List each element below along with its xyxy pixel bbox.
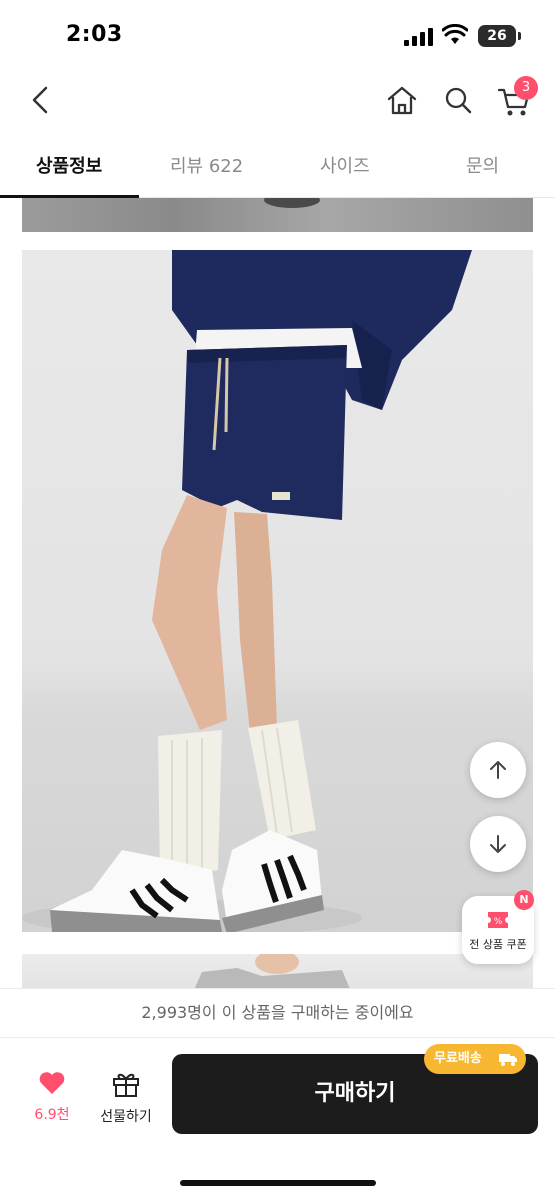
new-badge: N	[514, 890, 534, 910]
purchase-activity-text: 2,993명이 이 상품을 구매하는 중이에요	[0, 988, 555, 1038]
home-indicator	[180, 1180, 376, 1186]
tab-inquiry[interactable]: 문의	[466, 152, 499, 178]
svg-text:%: %	[494, 917, 503, 927]
all-products-coupon-button[interactable]: % N 전 상품 쿠폰	[462, 890, 534, 964]
status-bar: 2:03 26	[0, 0, 555, 70]
top-navigation	[0, 72, 555, 128]
gift-button[interactable]: 선물하기	[94, 1070, 158, 1126]
gift-label: 선물하기	[100, 1109, 152, 1125]
status-time: 2:03	[66, 22, 123, 47]
battery-indicator: 26	[478, 25, 516, 47]
tab-reviews[interactable]: 리뷰 622	[170, 152, 243, 178]
heart-icon	[39, 1072, 65, 1094]
tab-product-info[interactable]: 상품정보	[36, 152, 102, 178]
free-shipping-label: 무료배송	[434, 1051, 482, 1066]
coupon-label: 전 상품 쿠폰	[469, 938, 527, 951]
cart-count-badge: 3	[514, 76, 538, 100]
battery-tip	[518, 32, 521, 40]
truck-icon	[499, 1054, 517, 1066]
product-photo	[22, 250, 533, 932]
scroll-down-button[interactable]	[470, 816, 526, 872]
tab-size[interactable]: 사이즈	[320, 152, 370, 178]
wifi-icon	[442, 24, 468, 44]
arrow-down-icon	[490, 835, 506, 853]
scroll-up-button[interactable]	[470, 742, 526, 798]
like-count: 6.9천	[34, 1107, 70, 1123]
search-icon[interactable]	[440, 80, 476, 120]
bottom-action-bar: 6.9천 선물하기 구매하기 무료배송	[0, 1038, 555, 1200]
product-image-partial-top	[22, 198, 533, 232]
chevron-left-icon[interactable]	[22, 80, 58, 120]
arrow-up-icon	[490, 761, 506, 779]
free-shipping-badge: 무료배송	[424, 1044, 526, 1074]
gift-icon	[113, 1073, 139, 1097]
coupon-icon: %	[488, 912, 508, 928]
like-button[interactable]: 6.9천	[28, 1070, 76, 1124]
product-tabs: 상품정보 리뷰 622 사이즈 문의	[0, 140, 555, 198]
home-icon[interactable]	[384, 80, 420, 120]
signal-icon	[404, 28, 433, 46]
